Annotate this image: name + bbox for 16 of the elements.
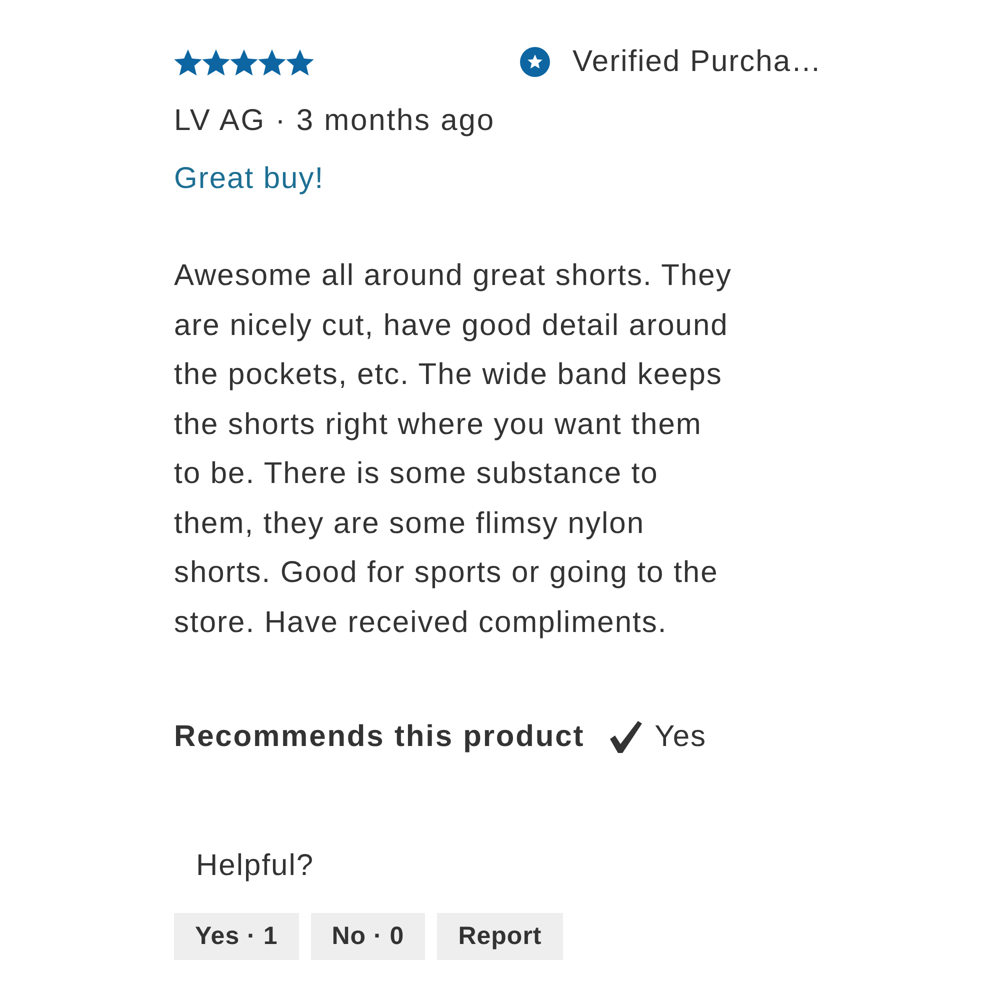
recommends-label: Recommends this product — [174, 720, 585, 754]
vote-button[interactable]: Report — [437, 913, 563, 960]
star-icon — [286, 48, 314, 76]
helpful-label: Helpful? — [196, 849, 314, 883]
star-icon — [174, 48, 202, 76]
star-icon — [202, 48, 230, 76]
verified-purchase-label: Verified Purcha… — [572, 45, 822, 79]
reviewer-byline: LV AG · 3 months ago — [174, 104, 495, 138]
review-title: Great buy! — [174, 162, 324, 196]
star-badge-icon — [520, 47, 550, 77]
vote-button[interactable]: No · 0 — [310, 913, 426, 960]
star-icon — [258, 48, 286, 76]
recommends-value: Yes — [654, 720, 707, 754]
review-body: Awesome all around great shorts. They are nicely cut, have good detail around the pockets, etc. The wide band keeps the shorts right where you want them to be. There is some substance to them, they are some flimsy nylon shorts. Good for sports or going to the store. Have received compliments. — [174, 258, 733, 640]
vote-button[interactable]: Yes · 1 — [174, 913, 299, 960]
star-icon — [230, 48, 258, 76]
